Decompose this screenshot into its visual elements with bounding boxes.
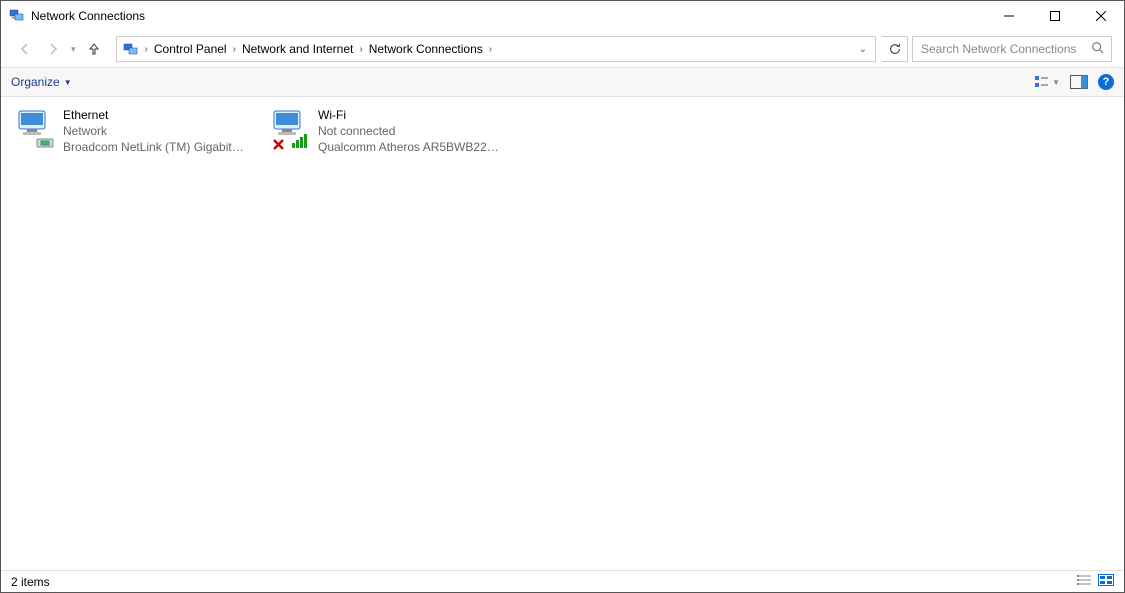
address-history-dropdown[interactable]: ⌄	[853, 44, 873, 55]
search-box[interactable]	[912, 36, 1112, 62]
connection-item-ethernet[interactable]: Ethernet Network Broadcom NetLink (TM) G…	[13, 105, 248, 157]
tiles-view-button[interactable]	[1098, 574, 1114, 589]
search-icon[interactable]	[1091, 41, 1105, 58]
connection-status: Network	[63, 123, 246, 139]
location-icon	[119, 41, 143, 57]
chevron-down-icon: ▼	[1052, 78, 1060, 87]
status-bar: 2 items	[1, 570, 1124, 592]
content-pane[interactable]: Ethernet Network Broadcom NetLink (TM) G…	[1, 97, 1124, 570]
window: Network Connections ▾	[0, 0, 1125, 593]
connection-texts: Wi-Fi Not connected Qualcomm Atheros AR5…	[318, 107, 501, 155]
window-controls	[986, 1, 1124, 31]
details-view-button[interactable]	[1076, 574, 1092, 589]
back-button[interactable]	[13, 37, 37, 61]
connection-name: Ethernet	[63, 107, 246, 123]
close-button[interactable]	[1078, 1, 1124, 31]
help-button[interactable]: ?	[1098, 74, 1114, 90]
command-bar-right: ▼ ?	[1034, 74, 1114, 90]
connection-device: Qualcomm Atheros AR5BWB222 ...	[318, 139, 501, 155]
maximize-button[interactable]	[1032, 1, 1078, 31]
refresh-button[interactable]	[882, 36, 908, 62]
chevron-right-icon[interactable]: ›	[357, 44, 364, 55]
breadcrumb-segment[interactable]: Network Connections	[365, 37, 487, 61]
connection-status: Not connected	[318, 123, 501, 139]
minimize-button[interactable]	[986, 1, 1032, 31]
connection-name: Wi-Fi	[318, 107, 501, 123]
search-input[interactable]	[919, 41, 1085, 57]
app-icon	[9, 7, 25, 26]
connection-texts: Ethernet Network Broadcom NetLink (TM) G…	[63, 107, 246, 155]
connection-device: Broadcom NetLink (TM) Gigabit E...	[63, 139, 246, 155]
item-count-label: 2 items	[11, 575, 50, 589]
window-title: Network Connections	[31, 9, 145, 23]
address-breadcrumb[interactable]: › Control Panel › Network and Internet ›…	[116, 36, 876, 62]
title-bar: Network Connections	[1, 1, 1124, 31]
connection-item-wifi[interactable]: Wi-Fi Not connected Qualcomm Atheros AR5…	[268, 105, 503, 157]
recent-locations-dropdown[interactable]: ▾	[69, 44, 78, 55]
wifi-icon	[270, 107, 312, 151]
change-view-button[interactable]: ▼	[1034, 74, 1060, 90]
preview-pane-button[interactable]	[1070, 75, 1088, 89]
forward-button[interactable]	[41, 37, 65, 61]
breadcrumb-segment[interactable]: Control Panel	[150, 37, 231, 61]
view-mode-switcher	[1076, 574, 1114, 589]
command-bar: Organize ▼ ▼ ?	[1, 67, 1124, 97]
title-left: Network Connections	[9, 7, 145, 26]
chevron-right-icon[interactable]: ›	[143, 44, 150, 55]
chevron-right-icon[interactable]: ›	[231, 44, 238, 55]
up-button[interactable]	[82, 37, 106, 61]
organize-label: Organize	[11, 75, 60, 89]
organize-menu-button[interactable]: Organize ▼	[11, 75, 72, 89]
navigation-bar: ▾ › Control Panel › Network and Internet…	[1, 31, 1124, 67]
ethernet-icon	[15, 107, 57, 151]
chevron-down-icon: ▼	[64, 78, 72, 87]
breadcrumb-segment[interactable]: Network and Internet	[238, 37, 357, 61]
chevron-right-icon[interactable]: ›	[487, 44, 494, 55]
